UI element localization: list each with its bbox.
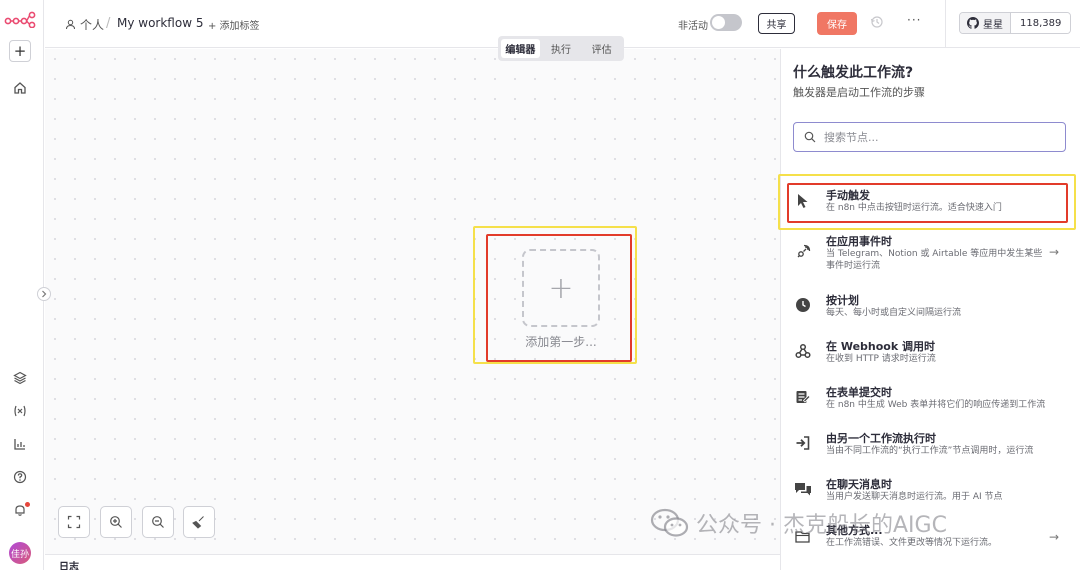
plus-icon: + [548, 270, 574, 306]
app-event-icon [794, 243, 812, 261]
trigger-panel: 什么触发此工作流? 触发器是启动工作流的步骤 手动触发 在 n8n 中点击按钮时… [778, 49, 1080, 570]
arrow-right-icon: → [1048, 530, 1059, 544]
home-icon[interactable] [11, 79, 29, 97]
add-tag-button[interactable]: + 添加标签 [208, 17, 260, 32]
trigger-desc: 在 n8n 中点击按钮时运行流。适合快速入门 [826, 203, 1002, 213]
history-icon[interactable] [870, 15, 884, 29]
panel-subtitle: 触发器是启动工作流的步骤 [793, 86, 925, 99]
tab-evaluations[interactable]: 评估 [582, 39, 621, 58]
zoom-out-icon [152, 516, 164, 528]
broom-icon [192, 516, 204, 529]
breadcrumb-separator: / [106, 16, 111, 31]
panel-title: 什么触发此工作流? [793, 65, 914, 81]
trigger-title: 手动触发 [826, 189, 870, 202]
notification-dot [25, 502, 30, 507]
mode-tabs: 编辑器 执行 评估 [498, 36, 624, 61]
avatar[interactable]: 佳孙 [9, 542, 31, 564]
trigger-title: 在表单提交时 [826, 386, 892, 399]
cursor-icon [794, 192, 812, 210]
trigger-desc: 在 n8n 中生成 Web 表单并将它们的响应传递到工作流 [826, 400, 1046, 410]
trigger-desc: 当 Telegram、Notion 或 Airtable 等应用中发生某些事件时… [826, 249, 1043, 271]
github-star-count: 118,389 [1011, 13, 1071, 33]
trigger-title: 在 Webhook 调用时 [826, 340, 935, 353]
search-icon [804, 131, 816, 143]
arrow-right-icon: → [1048, 245, 1059, 259]
chevron-right-icon [42, 290, 47, 298]
help-icon[interactable] [11, 468, 29, 486]
sign-in-icon [794, 434, 812, 452]
tab-executions[interactable]: 执行 [542, 39, 581, 58]
save-button[interactable]: 保存 [817, 12, 857, 35]
zoom-in-button[interactable] [100, 506, 132, 538]
add-first-step-label: 添加第一步... [525, 335, 597, 349]
trigger-desc: 当用户发送聊天消息时运行流。用于 AI 节点 [826, 492, 1003, 502]
add-first-step-button[interactable]: + [522, 249, 600, 327]
trigger-manual[interactable]: 手动触发 在 n8n 中点击按钮时运行流。适合快速入门 [781, 186, 1080, 224]
trigger-schedule[interactable]: 按计划 每天、每小时或自定义间隔运行流 [781, 291, 1080, 325]
github-icon [967, 17, 979, 29]
n8n-logo-icon[interactable] [4, 10, 36, 28]
trigger-chat-message[interactable]: 在聊天消息时 当用户发送聊天消息时运行流。用于 AI 节点 [781, 475, 1080, 509]
trigger-form[interactable]: 在表单提交时 在 n8n 中生成 Web 表单并将它们的响应传递到工作流 [781, 383, 1080, 417]
zoom-to-fit-button[interactable] [58, 506, 90, 538]
header-divider [945, 0, 946, 48]
breadcrumb-owner[interactable]: 个人 [65, 16, 104, 33]
breadcrumb-owner-label: 个人 [80, 18, 105, 32]
trigger-sub-workflow[interactable]: 由另一个工作流执行时 当由不同工作流的“执行工作流”节点调用时，运行流 [781, 429, 1080, 463]
node-search-box[interactable] [793, 122, 1066, 152]
templates-icon[interactable] [11, 369, 29, 387]
fit-view-icon [67, 515, 81, 529]
active-status-label: 非活动 [678, 21, 708, 32]
github-star-widget[interactable]: 星星 118,389 [959, 12, 1072, 34]
trigger-app-event[interactable]: 在应用事件时 当 Telegram、Notion 或 Airtable 等应用中… [781, 232, 1080, 276]
trigger-desc: 在收到 HTTP 请求时运行流 [826, 354, 936, 364]
trigger-title: 在应用事件时 [826, 235, 892, 248]
form-icon [794, 388, 812, 406]
zoom-in-icon [110, 516, 122, 528]
logs-bar[interactable]: 日志 [45, 554, 780, 570]
trigger-desc: 每天、每小时或自定义间隔运行流 [826, 308, 962, 318]
clock-icon [794, 296, 812, 314]
webhook-icon [794, 342, 812, 360]
tidy-up-button[interactable] [183, 506, 215, 538]
create-button[interactable]: + [9, 40, 31, 62]
trigger-title: 在聊天消息时 [826, 478, 892, 491]
zoom-out-button[interactable] [142, 506, 174, 538]
toggle-knob [712, 16, 725, 29]
logs-label: 日志 [59, 562, 79, 570]
node-search-input[interactable] [824, 130, 1044, 144]
trigger-desc: 当由不同工作流的“执行工作流”节点调用时，运行流 [826, 446, 1034, 456]
trigger-webhook[interactable]: 在 Webhook 调用时 在收到 HTTP 请求时运行流 [781, 337, 1080, 371]
workflow-name[interactable]: My workflow 5 [117, 16, 203, 30]
chat-icon [794, 480, 812, 498]
watermark: 公众号 · 杰克船长的AIGC [650, 507, 947, 539]
trigger-title: 按计划 [826, 294, 859, 307]
workflow-canvas[interactable] [45, 49, 780, 554]
more-options-button[interactable]: ··· [907, 13, 921, 27]
active-toggle[interactable] [710, 14, 742, 31]
user-icon [66, 19, 75, 30]
variables-icon[interactable] [11, 402, 29, 420]
wechat-icon [650, 508, 689, 537]
share-button[interactable]: 共享 [758, 13, 795, 34]
github-star-label: 星星 [983, 19, 1003, 31]
insights-icon[interactable] [11, 435, 29, 453]
left-sidebar: + 佳孙 [0, 0, 44, 570]
expand-sidebar-button[interactable] [37, 287, 51, 301]
github-star-button[interactable]: 星星 [960, 13, 1011, 33]
tab-editor[interactable]: 编辑器 [501, 39, 540, 58]
trigger-title: 由另一个工作流执行时 [826, 432, 936, 445]
watermark-text: 公众号 · 杰克船长的AIGC [696, 513, 947, 538]
